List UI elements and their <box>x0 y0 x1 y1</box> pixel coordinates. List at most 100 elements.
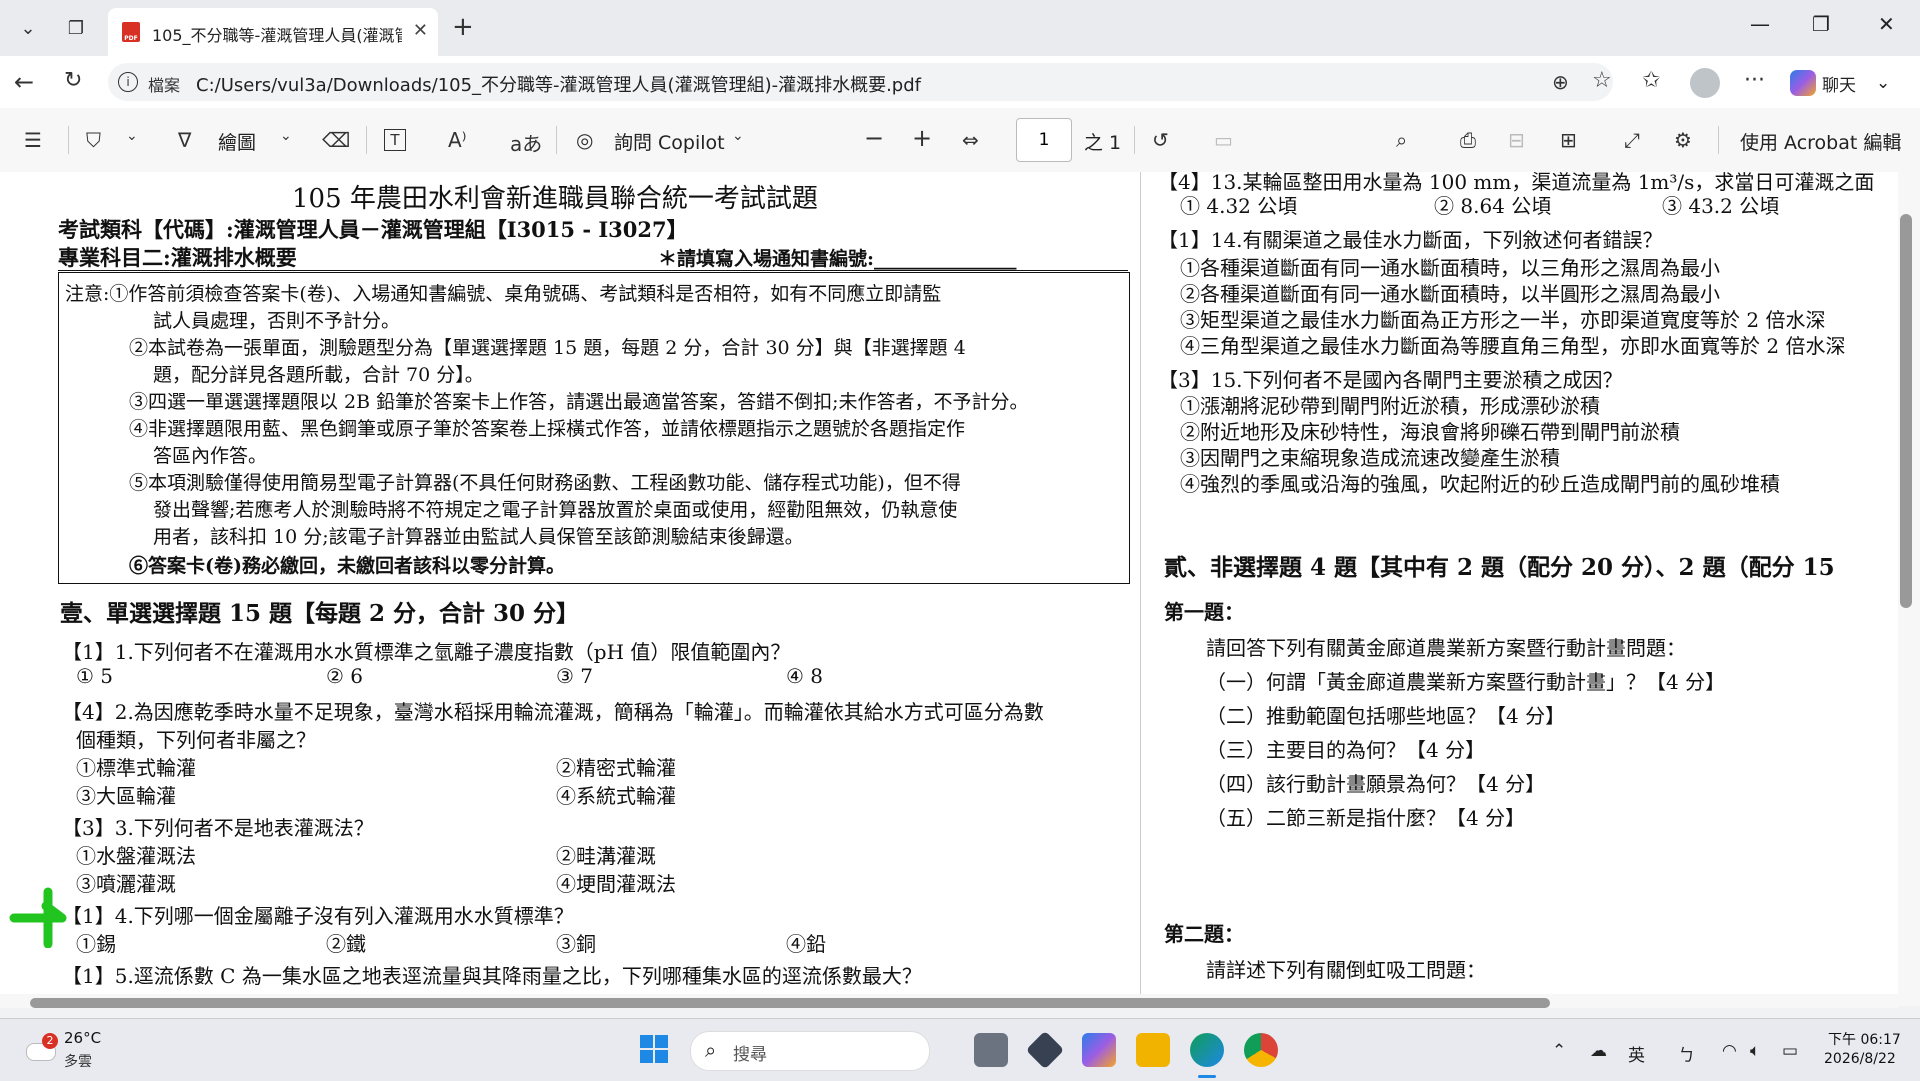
weather-temp: 26°C <box>64 1029 102 1047</box>
file-explorer-icon[interactable] <box>1136 1033 1170 1067</box>
problem1-item: （二）推動範圍包括哪些地區？【4 分】 <box>1206 704 1566 728</box>
draw-chevron-icon[interactable]: ⌄ <box>280 128 292 144</box>
contents-list-icon[interactable]: ☰ <box>24 128 42 152</box>
q1-option: ④ 8 <box>786 664 824 688</box>
copilot-chat-button[interactable]: 聊天 ⌄ <box>1790 68 1890 98</box>
pdf-page-right: 【4】13.某輪區整田用水量為 100 mm，渠道流量為 1m³/s，求當日可灌… <box>1150 172 1890 1006</box>
notice-box: 注意:①作答前須檢查答案卡(卷)、入場通知書編號、桌角號碼、考試類科是否相符，如… <box>58 272 1130 584</box>
save-icon[interactable]: ⊟ <box>1508 128 1525 152</box>
page-total: 之 1 <box>1084 132 1122 154</box>
url-field[interactable]: i 檔案 C:/Users/vul3a/Downloads/105_不分職等-灌… <box>108 63 1613 101</box>
horizontal-scroll-thumb[interactable] <box>30 998 1550 1008</box>
url-text[interactable]: C:/Users/vul3a/Downloads/105_不分職等-灌溉管理人員… <box>196 71 921 97</box>
zoom-icon[interactable]: ⊕ <box>1552 70 1569 94</box>
copilot-logo-icon <box>1790 70 1816 96</box>
wifi-icon[interactable]: ◠ <box>1722 1041 1737 1061</box>
q15-option: ①漲潮將泥砂帶到閘門附近淤積，形成漂砂淤積 <box>1180 394 1600 418</box>
q4-text: 【1】4.下列哪一個金屬離子沒有列入灌溉用水水質標準？ <box>62 904 574 928</box>
q15-option: ③因閘門之束縮現象造成流速改變產生淤積 <box>1180 446 1560 470</box>
copilot-chevron-icon[interactable]: ⌄ <box>732 128 744 144</box>
more-menu-icon[interactable]: ··· <box>1744 68 1765 93</box>
page-view-icon[interactable]: ▭ <box>1214 128 1233 152</box>
volume-icon[interactable]: 🔈︎ <box>1750 1041 1760 1061</box>
problem1-title: 第一題： <box>1164 600 1244 624</box>
notice-line: ④非選擇題限用藍、黑色鋼筆或原子筆於答案卷上採橫式作答，並請依標題指示之題號於各… <box>129 418 966 440</box>
search-placeholder: 搜尋 <box>733 1045 767 1065</box>
workspaces-icon[interactable]: ❐ <box>58 10 94 46</box>
ask-copilot-label[interactable]: 詢問 Copilot <box>614 128 725 155</box>
chat-label: 聊天 <box>1822 75 1856 96</box>
q2-option: ④系統式輪灌 <box>556 784 676 808</box>
q4-option: ③銅 <box>556 932 596 956</box>
ime-mode-icon[interactable]: ㄅ <box>1678 1041 1695 1066</box>
q2-text: 【4】2.為因應乾季時水量不足現象，臺灣水稻採用輪流灌溉，簡稱為「輪灌」。而輪灌… <box>62 700 1044 724</box>
q2-option: ③大區輪灌 <box>76 784 176 808</box>
q14-option: ④三角型渠道之最佳水力斷面為等腰直角三角型，亦即水面寬等於 2 倍水深 <box>1180 334 1846 358</box>
clock-date[interactable]: 2026/8/22 <box>1824 1051 1896 1067</box>
problem1-item: （一）何謂「黃金廊道農業新方案暨行動計畫」？【4 分】 <box>1206 670 1726 694</box>
favorites-icon[interactable]: ✩ <box>1642 68 1660 93</box>
print-icon[interactable]: ⎙ <box>1460 128 1476 152</box>
chevron-down-icon[interactable]: ⌄ <box>1876 73 1890 93</box>
notice-line: 發出聲響;若應考人於測驗時將不符規定之電子計算器放置於桌面或使用，經勸阻無效，仍… <box>153 499 958 521</box>
back-icon[interactable]: ← <box>14 68 34 96</box>
zoom-in-icon[interactable]: + <box>912 124 932 152</box>
close-window-icon[interactable]: ✕ <box>1878 12 1895 36</box>
pdf-viewer: 105 年農田水利會新進職員聯合統一考試試題 考試類科【代碼】:灌溉管理人員－灌… <box>0 172 1920 1006</box>
close-tab-icon[interactable]: ✕ <box>413 20 428 41</box>
profile-avatar[interactable] <box>1690 68 1720 98</box>
favorite-star-icon[interactable]: ☆ <box>1592 68 1612 93</box>
fullscreen-icon[interactable]: ⤢ <box>1624 128 1640 152</box>
highlight-chevron-icon[interactable]: ⌄ <box>126 128 138 144</box>
weather-cloud-icon[interactable]: 2 <box>22 1033 58 1063</box>
zoom-out-icon[interactable]: − <box>864 124 884 152</box>
fit-page-icon[interactable]: ⇔ <box>962 128 979 152</box>
read-aloud-icon[interactable]: A⁾ <box>448 128 467 152</box>
problem1-item: （三）主要目的為何？【4 分】 <box>1206 738 1486 762</box>
q15-option: ④強烈的季風或沿海的強風，吹起附近的砂丘造成閘門前的風砂堆積 <box>1180 472 1780 496</box>
minimize-icon[interactable]: — <box>1750 12 1770 36</box>
ime-indicator[interactable]: 英 <box>1628 1041 1645 1066</box>
onedrive-icon[interactable]: ☁ <box>1590 1041 1607 1061</box>
new-tab-icon[interactable]: + <box>452 12 474 42</box>
translate-icon[interactable]: aあ <box>510 128 542 157</box>
tab-actions-chevron-icon[interactable]: ⌄ <box>10 10 46 46</box>
draw-icon[interactable]: ∇ <box>178 128 191 152</box>
app-cube-icon[interactable] <box>1025 1030 1065 1070</box>
q2-option: ②精密式輪灌 <box>556 756 676 780</box>
q14-option: ③矩型渠道之最佳水力斷面為正方形之一半，亦即渠道寬度等於 2 倍水深 <box>1180 308 1826 332</box>
draw-label[interactable]: 繪圖 <box>218 128 256 155</box>
search-icon: ⌕ <box>705 1038 717 1062</box>
save-as-icon[interactable]: ⊞ <box>1560 128 1577 152</box>
acrobat-edit-button[interactable]: 使用 Acrobat 編輯 <box>1740 128 1901 155</box>
q5-text: 【1】5.逕流係數 C 為一集水區之地表逕流量與其降雨量之比，下列哪種集水區的逕… <box>62 964 922 988</box>
taskbar-search[interactable]: ⌕ 搜尋 <box>690 1031 930 1071</box>
vertical-scroll-thumb[interactable] <box>1900 214 1912 608</box>
notice-line: ②本試卷為一張單面，測驗題型分為【單選選擇題 15 題，每題 2 分，合計 30… <box>129 337 966 359</box>
highlight-icon[interactable]: ⛉ <box>86 128 101 152</box>
restore-icon[interactable]: ❐ <box>1812 12 1830 36</box>
edge-browser-icon[interactable] <box>1190 1033 1224 1067</box>
start-windows-icon[interactable] <box>640 1035 668 1063</box>
copilot-icon[interactable]: ◎ <box>576 128 593 152</box>
task-view-icon[interactable] <box>974 1033 1008 1067</box>
settings-gear-icon[interactable]: ⚙ <box>1674 128 1692 152</box>
search-icon[interactable]: ⌕ <box>1396 128 1407 152</box>
refresh-icon[interactable]: ↻ <box>64 68 82 93</box>
battery-icon[interactable]: ▭ <box>1782 1041 1798 1061</box>
chrome-icon[interactable] <box>1244 1033 1278 1067</box>
clock-time[interactable]: 下午 06:17 <box>1828 1029 1901 1049</box>
eraser-icon[interactable]: ⌫ <box>322 128 350 152</box>
browser-tab-active[interactable]: PDF 105_不分職等-灌溉管理人員(灌溉管 ✕ <box>108 8 438 56</box>
q3-option: ②畦溝灌溉 <box>556 844 656 868</box>
rotate-icon[interactable]: ↺ <box>1152 128 1169 152</box>
pdf-file-icon: PDF <box>122 22 140 42</box>
problem2-intro: 請詳述下列有關倒虹吸工問題： <box>1206 958 1486 982</box>
page-number-input[interactable]: 1 <box>1016 118 1072 162</box>
weather-desc: 多雲 <box>64 1054 92 1070</box>
text-box-icon[interactable]: T <box>384 129 406 151</box>
tray-chevron-up-icon[interactable]: ⌃ <box>1552 1041 1566 1061</box>
q2-text-cont: 個種類，下列何者非屬之？ <box>76 728 316 752</box>
site-info-icon[interactable]: i <box>118 72 138 92</box>
copilot-app-icon[interactable] <box>1082 1033 1116 1067</box>
